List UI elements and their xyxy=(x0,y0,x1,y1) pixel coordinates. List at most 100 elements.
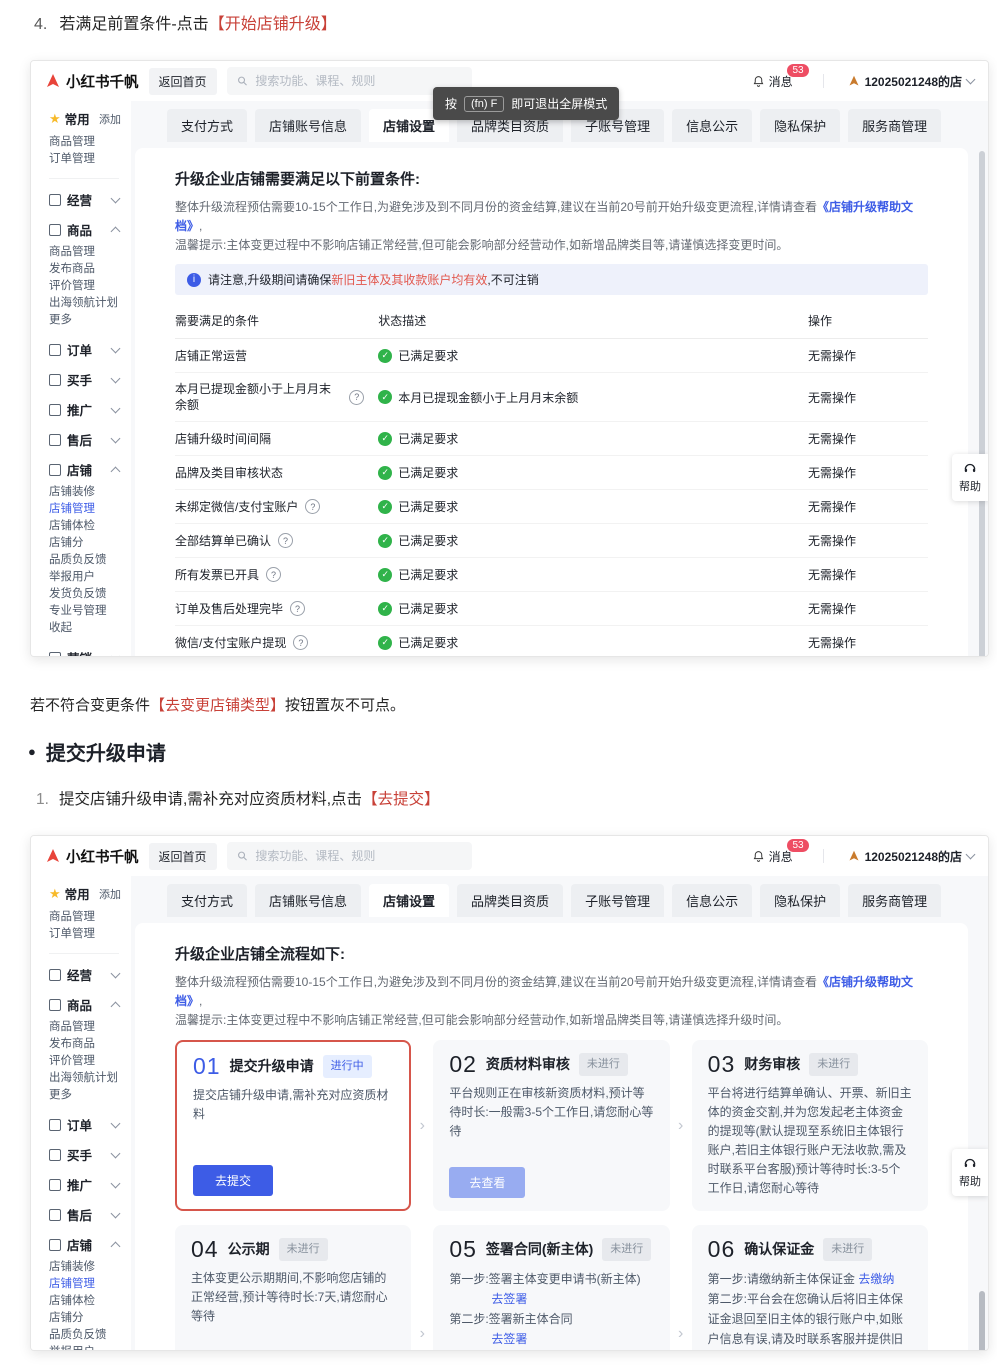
tab-brand-category[interactable]: 品牌类目资质 xyxy=(457,884,563,917)
go-sign-link[interactable]: 去签署 xyxy=(491,1332,527,1346)
bell-icon xyxy=(752,75,765,88)
help-label: 帮助 xyxy=(954,478,986,494)
status-badge: 未进行 xyxy=(809,1053,858,1076)
sidebar-item[interactable]: 发布商品 xyxy=(49,1036,131,1053)
sidebar-item-collapse[interactable]: 收起 xyxy=(49,620,131,637)
go-pay-link[interactable]: 去缴纳 xyxy=(858,1272,894,1286)
chevron-up-icon xyxy=(111,1001,121,1011)
back-home-button[interactable]: 返回首页 xyxy=(149,68,217,95)
sidebar-item[interactable]: 店铺体检 xyxy=(49,1293,131,1310)
scrollbar[interactable] xyxy=(979,1291,985,1350)
sidebar-item[interactable]: 更多 xyxy=(49,312,131,329)
search-input[interactable] xyxy=(253,73,461,89)
sidebar-item[interactable]: 品质负反馈 xyxy=(49,1327,131,1344)
check-icon: ✓ xyxy=(378,534,392,548)
chevron-up-icon xyxy=(111,226,121,236)
chevron-down-icon xyxy=(966,850,976,860)
tab-payment[interactable]: 支付方式 xyxy=(167,109,247,142)
go-view-button[interactable]: 去查看 xyxy=(449,1167,525,1198)
sidebar-item[interactable]: 商品管理 xyxy=(49,244,131,261)
sidebar-item[interactable]: 发布商品 xyxy=(49,261,131,278)
sidebar-item[interactable]: 店铺体检 xyxy=(49,518,131,535)
question-icon[interactable]: ? xyxy=(349,390,364,405)
back-home-button[interactable]: 返回首页 xyxy=(149,843,217,870)
sidebar-item-shop-manage[interactable]: 店铺管理 xyxy=(49,501,131,518)
step-description: 平台将进行结算单确认、开票、新旧主体的资金交割,并为您发起老主体资金的提现等(默… xyxy=(708,1084,912,1198)
sidebar-item[interactable]: 商品管理 xyxy=(49,1019,131,1036)
sidebar-item[interactable]: 评价管理 xyxy=(49,278,131,295)
sidebar-item[interactable]: 店铺分 xyxy=(49,1310,131,1327)
sidebar-item[interactable]: 专业号管理 xyxy=(49,603,131,620)
tab-privacy[interactable]: 隐私保护 xyxy=(760,109,840,142)
scrollbar[interactable] xyxy=(979,151,985,656)
sidebar-section-marketing[interactable]: 营销 xyxy=(49,648,131,656)
sidebar-section-buyer[interactable]: 买手 xyxy=(49,1145,131,1164)
sidebar-item[interactable]: 举报用户 xyxy=(49,569,131,586)
tab-service-provider[interactable]: 服务商管理 xyxy=(848,884,941,917)
store-switcher[interactable]: 12025021248的店 xyxy=(848,73,974,90)
status-badge: 未进行 xyxy=(579,1053,628,1076)
sidebar-item[interactable]: 出海领航计划 xyxy=(49,295,131,312)
tab-privacy[interactable]: 隐私保护 xyxy=(760,884,840,917)
sidebar-item-goods-manage[interactable]: 商品管理 xyxy=(49,134,131,151)
question-icon[interactable]: ? xyxy=(305,499,320,514)
sidebar-item[interactable]: 店铺分 xyxy=(49,535,131,552)
sidebar-item[interactable]: 更多 xyxy=(49,1087,131,1104)
tab-info-disclosure[interactable]: 信息公示 xyxy=(672,884,752,917)
tab-info-disclosure[interactable]: 信息公示 xyxy=(672,109,752,142)
sidebar-section-manage[interactable]: 经营 xyxy=(49,190,131,209)
tab-account-info[interactable]: 店铺账号信息 xyxy=(255,884,361,917)
go-sign-link[interactable]: 去签署 xyxy=(491,1292,527,1306)
tab-service-provider[interactable]: 服务商管理 xyxy=(848,109,941,142)
sidebar-item-goods-manage[interactable]: 商品管理 xyxy=(49,909,131,926)
tab-bar: 支付方式 店铺账号信息 店铺设置 品牌类目资质 子账号管理 信息公示 隐私保护 … xyxy=(167,884,988,917)
sidebar-item[interactable]: 出海领航计划 xyxy=(49,1070,131,1087)
manage-icon xyxy=(49,969,61,981)
sidebar-item[interactable]: 评价管理 xyxy=(49,1053,131,1070)
sidebar-section-manage[interactable]: 经营 xyxy=(49,965,131,984)
sidebar-item-shop-manage[interactable]: 店铺管理 xyxy=(49,1276,131,1293)
tab-payment[interactable]: 支付方式 xyxy=(167,884,247,917)
sidebar-section-shop[interactable]: 店铺 xyxy=(49,460,131,479)
sidebar-section-order[interactable]: 订单 xyxy=(49,340,131,359)
question-icon[interactable]: ? xyxy=(266,567,281,582)
sidebar-item[interactable]: 发货负反馈 xyxy=(49,586,131,603)
sidebar-item[interactable]: 店铺装修 xyxy=(49,1259,131,1276)
sidebar-add-button[interactable]: 添加 xyxy=(99,111,121,127)
sidebar-item-order-manage[interactable]: 订单管理 xyxy=(49,926,131,943)
search-input[interactable] xyxy=(253,848,461,864)
sidebar-add-button[interactable]: 添加 xyxy=(99,886,121,902)
sidebar-section-promotion[interactable]: 推广 xyxy=(49,400,131,419)
sidebar-item[interactable]: 举报用户 xyxy=(49,1344,131,1350)
sidebar-section-buyer[interactable]: 买手 xyxy=(49,370,131,389)
question-icon[interactable]: ? xyxy=(293,635,308,650)
messages-button[interactable]: 消息 53 xyxy=(752,73,793,90)
help-button[interactable]: 帮助 xyxy=(952,454,988,501)
tab-account-info[interactable]: 店铺账号信息 xyxy=(255,109,361,142)
question-icon[interactable]: ? xyxy=(290,601,305,616)
headset-icon xyxy=(963,1156,977,1170)
sidebar-section-aftersale[interactable]: 售后 xyxy=(49,1205,131,1224)
store-switcher[interactable]: 12025021248的店 xyxy=(848,848,974,865)
sidebar-item-order-manage[interactable]: 订单管理 xyxy=(49,151,131,168)
sidebar-section-goods[interactable]: 商品 xyxy=(49,220,131,239)
panel-description: 整体升级流程预估需要10-15个工作日,为避免涉及到不同月份的资金结算,建议在当… xyxy=(175,973,928,1030)
sidebar-section-aftersale[interactable]: 售后 xyxy=(49,430,131,449)
go-submit-button[interactable]: 去提交 xyxy=(193,1165,273,1196)
tab-shop-settings[interactable]: 店铺设置 xyxy=(369,884,449,917)
help-button[interactable]: 帮助 xyxy=(952,1149,988,1196)
search-icon xyxy=(237,75,248,87)
sidebar-section-goods[interactable]: 商品 xyxy=(49,995,131,1014)
bullet-icon: ● xyxy=(28,744,36,759)
manage-icon xyxy=(49,194,61,206)
sidebar-section-promotion[interactable]: 推广 xyxy=(49,1175,131,1194)
sidebar-item[interactable]: 店铺装修 xyxy=(49,484,131,501)
sidebar-item[interactable]: 品质负反馈 xyxy=(49,552,131,569)
sidebar-section-shop[interactable]: 店铺 xyxy=(49,1235,131,1254)
sidebar-section-order[interactable]: 订单 xyxy=(49,1115,131,1134)
tab-subaccount[interactable]: 子账号管理 xyxy=(571,884,664,917)
store-icon xyxy=(848,850,860,862)
messages-button[interactable]: 消息 53 xyxy=(752,848,793,865)
question-icon[interactable]: ? xyxy=(278,533,293,548)
search-box[interactable] xyxy=(227,842,472,870)
